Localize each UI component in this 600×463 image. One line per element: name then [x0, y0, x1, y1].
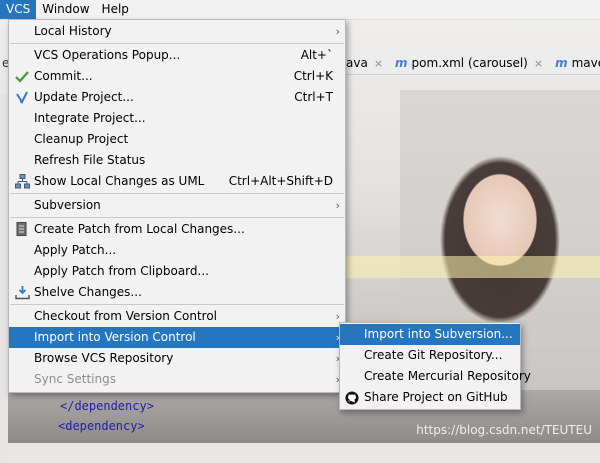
submenu-arrow-icon: › — [335, 199, 340, 212]
submenu-arrow-icon: › — [335, 25, 340, 38]
menu-item-checkout[interactable]: Checkout from Version Control › — [9, 306, 345, 327]
menu-item-share-on-github[interactable]: Share Project on GitHub — [340, 387, 520, 408]
menu-vcs[interactable]: VCS — [0, 0, 37, 19]
tab-label: mave — [571, 56, 600, 70]
vcs-menu: Local History › VCS Operations Popup... … — [8, 19, 346, 393]
menu-item-subversion[interactable]: Subversion › — [9, 195, 345, 216]
menu-item-import-into-subversion[interactable]: Import into Subversion... — [340, 324, 520, 345]
menu-item-label: Checkout from Version Control — [34, 309, 218, 323]
separator — [10, 193, 344, 194]
shortcut-label: Alt+` — [300, 48, 333, 62]
shelve-icon — [13, 284, 31, 301]
menu-item-create-git-repository[interactable]: Create Git Repository... — [340, 345, 520, 366]
github-icon — [343, 389, 361, 406]
menu-item-show-local-changes-uml[interactable]: Show Local Changes as UML Ctrl+Alt+Shift… — [9, 171, 345, 192]
menu-item-create-patch[interactable]: Create Patch from Local Changes... — [9, 219, 345, 240]
menu-item-shelve-changes[interactable]: Shelve Changes... — [9, 282, 345, 303]
menu-item-label: Apply Patch... — [34, 243, 117, 257]
menu-item-label: Integrate Project... — [34, 111, 146, 125]
menu-item-vcs-operations-popup[interactable]: VCS Operations Popup... Alt+` — [9, 45, 345, 66]
shortcut-label: Ctrl+K — [293, 69, 333, 83]
menu-item-label: Apply Patch from Clipboard... — [34, 264, 209, 278]
close-icon[interactable]: × — [534, 57, 543, 70]
menu-window[interactable]: Window — [36, 0, 95, 19]
code-editor[interactable]: </dependency> <dependency> — [58, 396, 154, 436]
menu-item-label: Shelve Changes... — [34, 285, 142, 299]
menu-item-refresh-file-status[interactable]: Refresh File Status — [9, 150, 345, 171]
menu-item-label: Create Mercurial Repository — [364, 369, 531, 383]
menu-item-label: Refresh File Status — [34, 153, 146, 167]
menu-item-integrate-project[interactable]: Integrate Project... — [9, 108, 345, 129]
separator — [10, 304, 344, 305]
menu-item-apply-patch[interactable]: Apply Patch... — [9, 240, 345, 261]
editor-tab-bar: ava × m pom.xml (carousel) × m mave — [340, 52, 600, 75]
code-line: </dependency> — [60, 399, 154, 413]
update-arrow-icon — [13, 89, 31, 106]
tab-pom-xml[interactable]: m pom.xml (carousel) × — [389, 52, 549, 74]
menu-item-label: Share Project on GitHub — [364, 390, 508, 404]
menu-item-update-project[interactable]: Update Project... Ctrl+T — [9, 87, 345, 108]
menu-help[interactable]: Help — [96, 0, 135, 19]
menu-item-sync-settings[interactable]: Sync Settings › — [9, 369, 345, 390]
menu-item-label: Local History — [34, 24, 112, 38]
menu-item-cleanup-project[interactable]: Cleanup Project — [9, 129, 345, 150]
editor-gutter — [0, 94, 8, 463]
check-icon — [13, 68, 31, 85]
menu-item-apply-patch-clipboard[interactable]: Apply Patch from Clipboard... — [9, 261, 345, 282]
menu-item-local-history[interactable]: Local History › — [9, 21, 345, 42]
menu-item-import-into-version-control[interactable]: Import into Version Control › — [9, 327, 345, 348]
menu-item-label: VCS Operations Popup... — [34, 48, 181, 62]
menu-item-label: Subversion — [34, 198, 101, 212]
menu-item-commit[interactable]: Commit... Ctrl+K — [9, 66, 345, 87]
import-submenu: Import into Subversion... Create Git Rep… — [339, 322, 531, 410]
shortcut-label: Ctrl+T — [294, 90, 333, 104]
menu-item-label: Commit... — [34, 69, 93, 83]
patch-icon — [13, 221, 31, 238]
highlighted-line — [340, 256, 600, 278]
watermark: https://blog.csdn.net/TEUTEU — [416, 423, 592, 437]
menu-item-label: Show Local Changes as UML — [34, 174, 205, 188]
menu-item-label: Browse VCS Repository — [34, 351, 174, 365]
menu-item-label: Sync Settings — [34, 372, 116, 386]
maven-icon: m — [555, 56, 568, 70]
menu-item-label: Import into Subversion... — [364, 327, 513, 341]
uml-diagram-icon — [13, 173, 31, 190]
tab-label: pom.xml (carousel) — [411, 56, 528, 70]
menu-item-label: Cleanup Project — [34, 132, 129, 146]
menu-item-browse-vcs-repository[interactable]: Browse VCS Repository › — [9, 348, 345, 369]
menu-item-label: Import into Version Control — [34, 330, 196, 344]
tab-java[interactable]: ava × — [340, 52, 389, 74]
menubar: VCS Window Help — [0, 0, 600, 20]
tab-label: ava — [346, 56, 368, 70]
tab-maven[interactable]: m mave — [549, 52, 600, 74]
shortcut-label: Ctrl+Alt+Shift+D — [228, 174, 333, 188]
close-icon[interactable]: × — [374, 57, 383, 70]
menu-item-label: Create Git Repository... — [364, 348, 503, 362]
maven-icon: m — [395, 56, 408, 70]
separator — [10, 217, 344, 218]
menu-item-create-mercurial-repository[interactable]: Create Mercurial Repository — [340, 366, 531, 387]
menu-item-label: Update Project... — [34, 90, 134, 104]
separator — [10, 43, 344, 44]
menu-item-label: Create Patch from Local Changes... — [34, 222, 245, 236]
code-line: <dependency> — [58, 419, 145, 433]
